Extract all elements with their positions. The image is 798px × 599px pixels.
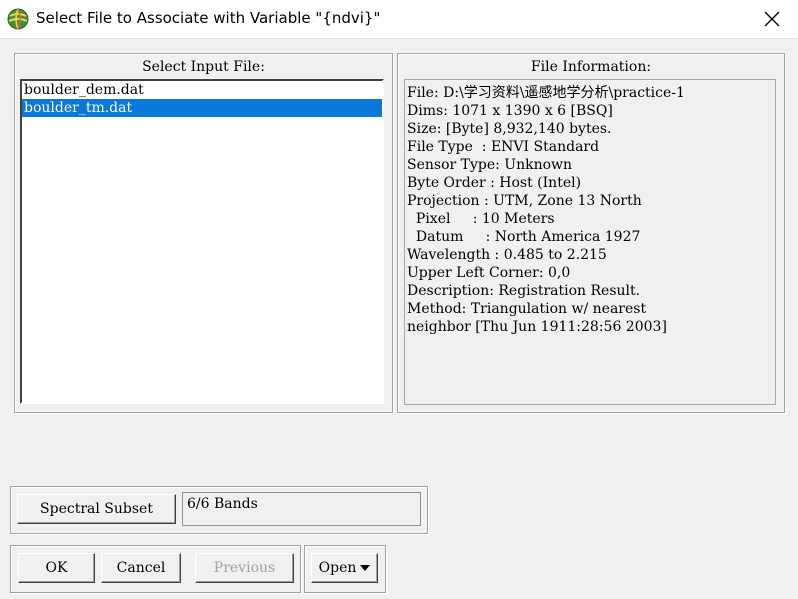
- info-line-byte-order: Byte Order : Host (Intel): [407, 175, 582, 191]
- info-line-file-type: File Type : ENVI Standard: [407, 139, 600, 155]
- list-item[interactable]: boulder_dem.dat: [22, 81, 382, 99]
- info-line-upper-left: Upper Left Corner: 0,0: [407, 265, 571, 281]
- info-line-method: Method: Triangulation w/ nearest: [407, 301, 647, 317]
- envi-globe-icon: [7, 8, 29, 30]
- previous-button[interactable]: Previous: [195, 553, 294, 583]
- spectral-subset-group: Spectral Subset 6/6 Bands: [10, 486, 428, 534]
- info-line-method-cont: neighbor [Thu Jun 1911:28:56 2003]: [407, 319, 667, 335]
- info-line-projection: Projection : UTM, Zone 13 North: [407, 193, 642, 209]
- file-info-label: File Information:: [530, 59, 652, 75]
- title-bar: Select File to Associate with Variable "…: [0, 0, 798, 39]
- open-label: Open: [318, 560, 357, 576]
- input-file-panel: Select Input File: boulder_dem.dat bould…: [14, 53, 393, 413]
- info-line-description: Description: Registration Result.: [407, 283, 641, 299]
- cancel-button[interactable]: Cancel: [101, 553, 181, 583]
- file-info-panel: File Information: File: D:\学习资料\遥感地学分析\p…: [397, 53, 785, 413]
- window-title: Select File to Associate with Variable "…: [36, 9, 381, 27]
- open-menu-button[interactable]: Open: [311, 553, 378, 583]
- info-line-sensor: Sensor Type: Unknown: [407, 157, 573, 173]
- dropdown-arrow-icon: [360, 565, 371, 571]
- info-line-dims: Dims: 1071 x 1390 x 6 [BSQ]: [407, 103, 613, 119]
- spectral-subset-button[interactable]: Spectral Subset: [17, 494, 176, 524]
- input-file-label: Select Input File:: [142, 59, 265, 75]
- info-line-datum: Datum : North America 1927: [407, 229, 641, 245]
- button-row: OK Cancel Previous: [10, 545, 301, 593]
- list-item[interactable]: boulder_tm.dat: [22, 99, 382, 117]
- info-line-size: Size: [Byte] 8,932,140 bytes.: [407, 121, 612, 137]
- bands-field: 6/6 Bands: [182, 492, 421, 526]
- info-line-file: File: D:\学习资料\遥感地学分析\practice-1: [407, 85, 685, 101]
- close-button[interactable]: [752, 4, 792, 34]
- ok-button[interactable]: OK: [18, 553, 95, 583]
- info-line-pixel: Pixel : 10 Meters: [407, 211, 555, 227]
- info-line-wavelength: Wavelength : 0.485 to 2.215: [407, 247, 607, 263]
- open-group: Open: [304, 545, 386, 593]
- file-info-text: File: D:\学习资料\遥感地学分析\practice-1 Dims: 10…: [404, 79, 776, 405]
- close-icon: [764, 11, 780, 27]
- file-list[interactable]: boulder_dem.dat boulder_tm.dat: [20, 79, 384, 404]
